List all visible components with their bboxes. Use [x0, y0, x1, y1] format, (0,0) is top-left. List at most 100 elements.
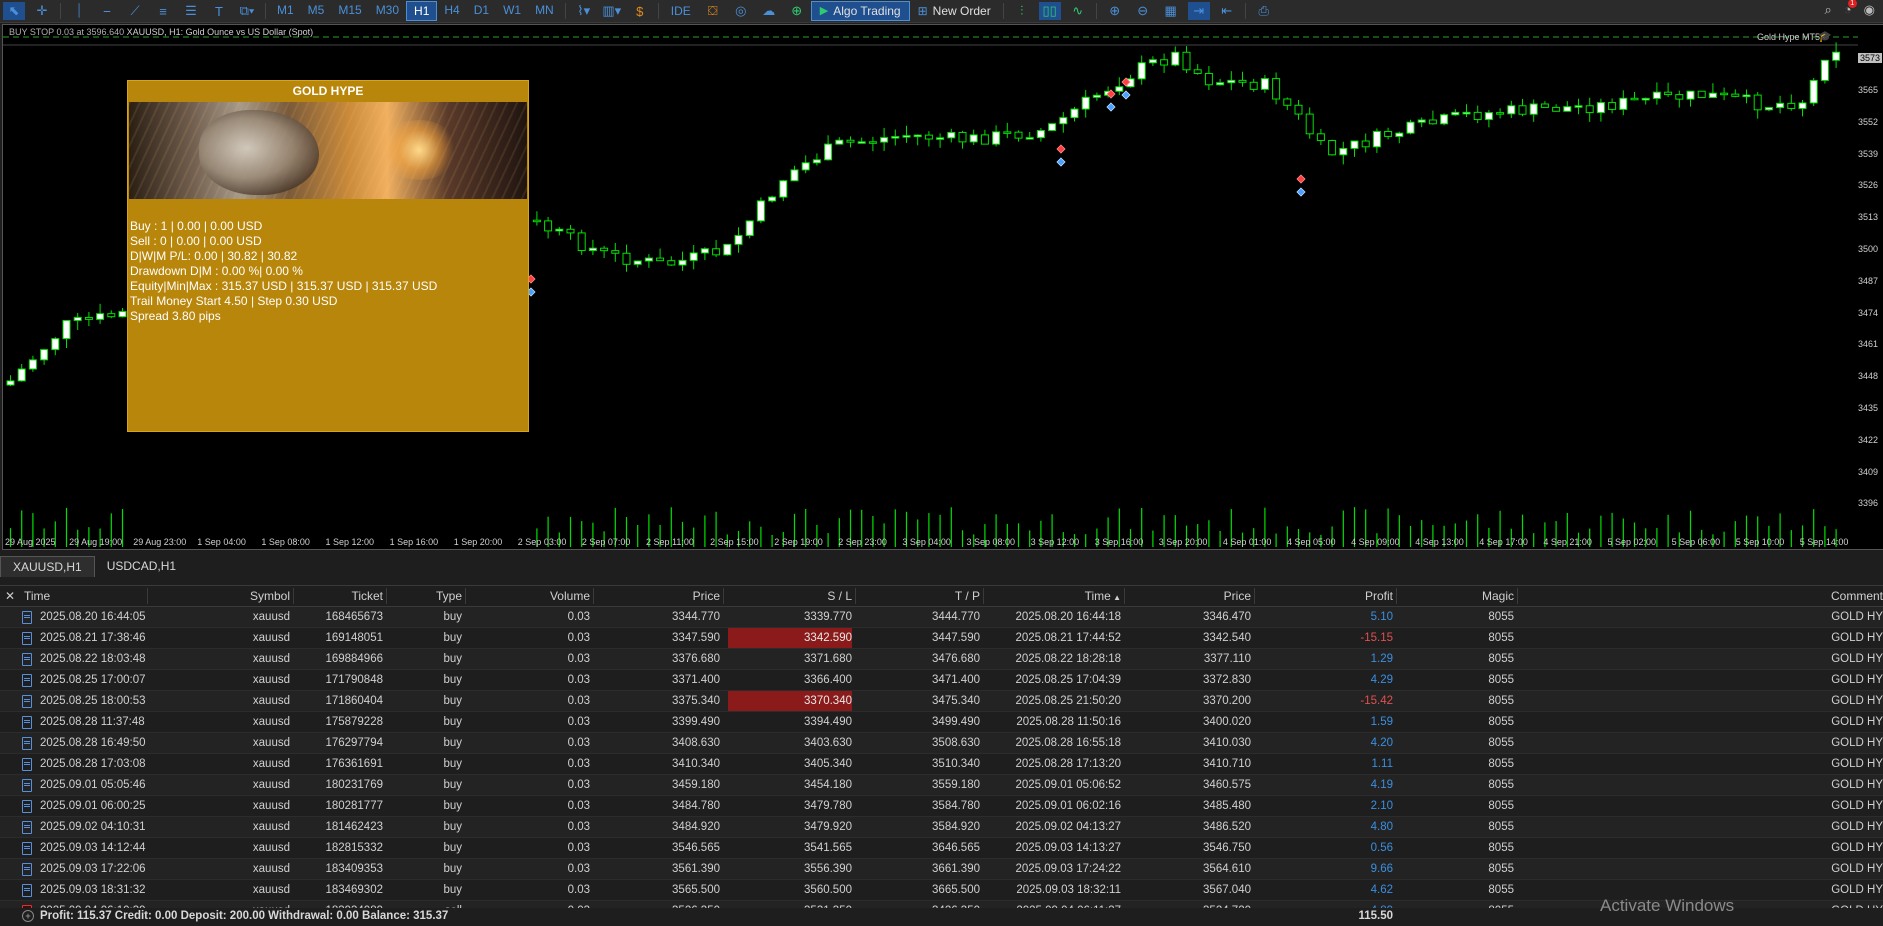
- cursor-icon[interactable]: ⬉: [3, 2, 25, 20]
- chart-title: BUY STOP 0.03 at 3596.640 XAUUSD, H1: Go…: [9, 27, 313, 37]
- column-header-magic[interactable]: Magic: [1398, 586, 1514, 606]
- table-row[interactable]: 2025.08.21 17:38:46 xauusd 169148051 buy 0.0…: [0, 628, 1883, 649]
- search-icon[interactable]: ⌕: [1825, 2, 1832, 18]
- screenshot-icon[interactable]: ⎙: [1253, 2, 1275, 20]
- timeframe-h1[interactable]: H1: [406, 1, 438, 21]
- timeframe-h4[interactable]: H4: [437, 1, 466, 19]
- vps-icon[interactable]: ⊕: [786, 2, 808, 20]
- text-icon[interactable]: T: [208, 2, 230, 20]
- table-row[interactable]: 2025.09.03 14:12:44 xauusd 182815332 buy 0.0…: [0, 838, 1883, 859]
- candle-body: [1417, 119, 1426, 123]
- table-row[interactable]: 2025.09.01 05:05:46 xauusd 180231769 buy 0.0…: [0, 775, 1883, 796]
- tile-windows-icon[interactable]: ▦: [1160, 2, 1182, 20]
- cloud-icon[interactable]: ☁: [758, 2, 780, 20]
- fibonacci-icon[interactable]: ☰: [180, 2, 202, 20]
- column-header-tp[interactable]: T / P: [858, 586, 980, 606]
- new-order-icon: ⊞: [917, 4, 928, 18]
- cell-close-price: 3546.750: [1203, 842, 1251, 854]
- table-row[interactable]: 2025.09.02 04:10:31 xauusd 181462423 buy 0.0…: [0, 817, 1883, 838]
- cell-sl: 3454.180: [804, 779, 852, 791]
- ide-button[interactable]: IDE: [663, 2, 699, 20]
- table-row[interactable]: 2025.08.28 17:03:08 xauusd 176361691 buy 0.0…: [0, 754, 1883, 775]
- horizontal-line-icon[interactable]: ⎯: [96, 2, 118, 20]
- table-row[interactable]: 2025.08.25 17:00:07 xauusd 171790848 buy 0.0…: [0, 670, 1883, 691]
- cell-close-time: 2025.08.25 21:50:20: [1015, 695, 1121, 707]
- cell-ticket: 175879228: [325, 716, 383, 728]
- column-header-comment[interactable]: Comment: [1520, 586, 1883, 606]
- line-chart-icon[interactable]: ∿: [1067, 2, 1089, 20]
- cell-close-time: 2025.09.03 14:13:27: [1015, 842, 1121, 854]
- new-order-button[interactable]: ⊞ New Order: [910, 2, 999, 20]
- column-header-profit[interactable]: Profit: [1256, 586, 1393, 606]
- table-row[interactable]: 2025.08.20 16:44:05 xauusd 168465673 buy 0.0…: [0, 607, 1883, 628]
- channel-icon[interactable]: ≡: [152, 2, 174, 20]
- dollar-icon[interactable]: $: [629, 2, 651, 20]
- time-tick: 2 Sep 23:00: [838, 537, 887, 547]
- timeframe-w1[interactable]: W1: [496, 1, 528, 19]
- crosshair-icon[interactable]: ✛: [31, 2, 53, 20]
- panel-stat-line: Sell : 0 | 0.00 | 0.00 USD: [130, 234, 262, 248]
- signals-icon[interactable]: ◎: [730, 2, 752, 20]
- chart-shift-icon[interactable]: ⇤: [1216, 2, 1238, 20]
- column-header-time[interactable]: Time: [24, 586, 144, 606]
- zoom-in-icon[interactable]: ⊕: [1104, 2, 1126, 20]
- candlestick-icon[interactable]: ▯▯: [1038, 2, 1061, 20]
- chart-type-icon[interactable]: ⌇▾: [573, 2, 595, 20]
- column-header-sl[interactable]: S / L: [726, 586, 852, 606]
- bar-chart-icon[interactable]: ⫶: [1011, 2, 1033, 20]
- timeframe-mn[interactable]: MN: [528, 1, 561, 19]
- column-header-symbol[interactable]: Symbol: [150, 586, 290, 606]
- market-bag-icon[interactable]: ⛋: [702, 2, 724, 20]
- table-row[interactable]: 2025.08.28 11:37:48 xauusd 175879228 buy 0.0…: [0, 712, 1883, 733]
- table-row[interactable]: 2025.08.22 18:03:48 xauusd 169884966 buy 0.0…: [0, 649, 1883, 670]
- timeframe-m15[interactable]: M15: [331, 1, 368, 19]
- chart-tabs: XAUUSD,H1 USDCAD,H1: [0, 556, 188, 577]
- column-header-type[interactable]: Type: [390, 586, 462, 606]
- shapes-icon[interactable]: ⧉▾: [236, 2, 258, 20]
- column-header-ticket[interactable]: Ticket: [295, 586, 383, 606]
- trendline-icon[interactable]: ⟋: [124, 2, 146, 20]
- table-row[interactable]: 2025.08.25 18:00:53 xauusd 171860404 buy 0.0…: [0, 691, 1883, 712]
- notifications-icon[interactable]: ◔ 1: [1844, 0, 1857, 18]
- toolbar-divider: [60, 3, 61, 19]
- table-row[interactable]: 2025.09.03 17:22:06 xauusd 183409353 buy 0.0…: [0, 859, 1883, 880]
- ea-hat-icon[interactable]: 🎓: [1818, 30, 1832, 43]
- cell-close-time: 2025.08.25 17:04:39: [1015, 674, 1121, 686]
- zoom-out-icon[interactable]: ⊖: [1132, 2, 1154, 20]
- candle-body: [1059, 117, 1068, 125]
- price-tick: 3565: [1858, 85, 1879, 95]
- vertical-line-icon[interactable]: ⏐: [68, 2, 90, 20]
- table-row[interactable]: 2025.09.01 06:00:25 xauusd 180281777 buy 0.0…: [0, 796, 1883, 817]
- gold-hype-panel: GOLD HYPE Buy : 1 | 0.00 | 0.00 USD Sell …: [127, 80, 529, 432]
- timeframe-m5[interactable]: M5: [301, 1, 332, 19]
- timeframe-m1[interactable]: M1: [270, 1, 301, 19]
- time-tick: 1 Sep 12:00: [325, 537, 375, 547]
- cell-close-price: 3346.470: [1203, 611, 1251, 623]
- close-panel-icon[interactable]: ✕: [5, 586, 15, 606]
- algo-trading-button[interactable]: ▶ Algo Trading: [810, 1, 910, 21]
- expand-icon[interactable]: +: [22, 910, 34, 922]
- candle-body: [1742, 94, 1751, 98]
- column-header-price[interactable]: Price: [598, 586, 720, 606]
- timeframe-d1[interactable]: D1: [467, 1, 496, 19]
- price-chart[interactable]: BUY STOP 0.03 at 3596.640 XAUUSD, H1: Go…: [2, 24, 1859, 550]
- account-icon[interactable]: ◉: [1864, 2, 1875, 18]
- candle-body: [28, 359, 37, 370]
- symbol-tab[interactable]: XAUUSD,H1: [0, 556, 95, 577]
- trade-exit-marker: [1296, 187, 1306, 197]
- column-header-volume[interactable]: Volume: [470, 586, 590, 606]
- time-tick: 5 Sep 10:00: [1735, 537, 1785, 547]
- cell-profit: 1.59: [1370, 716, 1393, 728]
- column-header-close-time[interactable]: Time ▲: [986, 586, 1121, 606]
- autoscroll-icon[interactable]: ⇥: [1187, 2, 1210, 20]
- cell-close-price: 3410.710: [1203, 758, 1251, 770]
- timeframe-m30[interactable]: M30: [369, 1, 406, 19]
- candle-body: [1630, 97, 1639, 101]
- table-row[interactable]: 2025.08.28 16:49:50 xauusd 176297794 buy 0.0…: [0, 733, 1883, 754]
- trade-exit-marker: [1121, 90, 1131, 100]
- symbol-tab[interactable]: USDCAD,H1: [95, 556, 188, 576]
- indicators-icon[interactable]: ▥▾: [601, 2, 623, 20]
- cell-type: buy: [443, 842, 462, 854]
- price-axis[interactable]: 3573 3565 3552 3539 3526 3513 3500 3487 3474 3461…: [1858, 24, 1883, 550]
- column-header-close-price[interactable]: Price: [1126, 586, 1251, 606]
